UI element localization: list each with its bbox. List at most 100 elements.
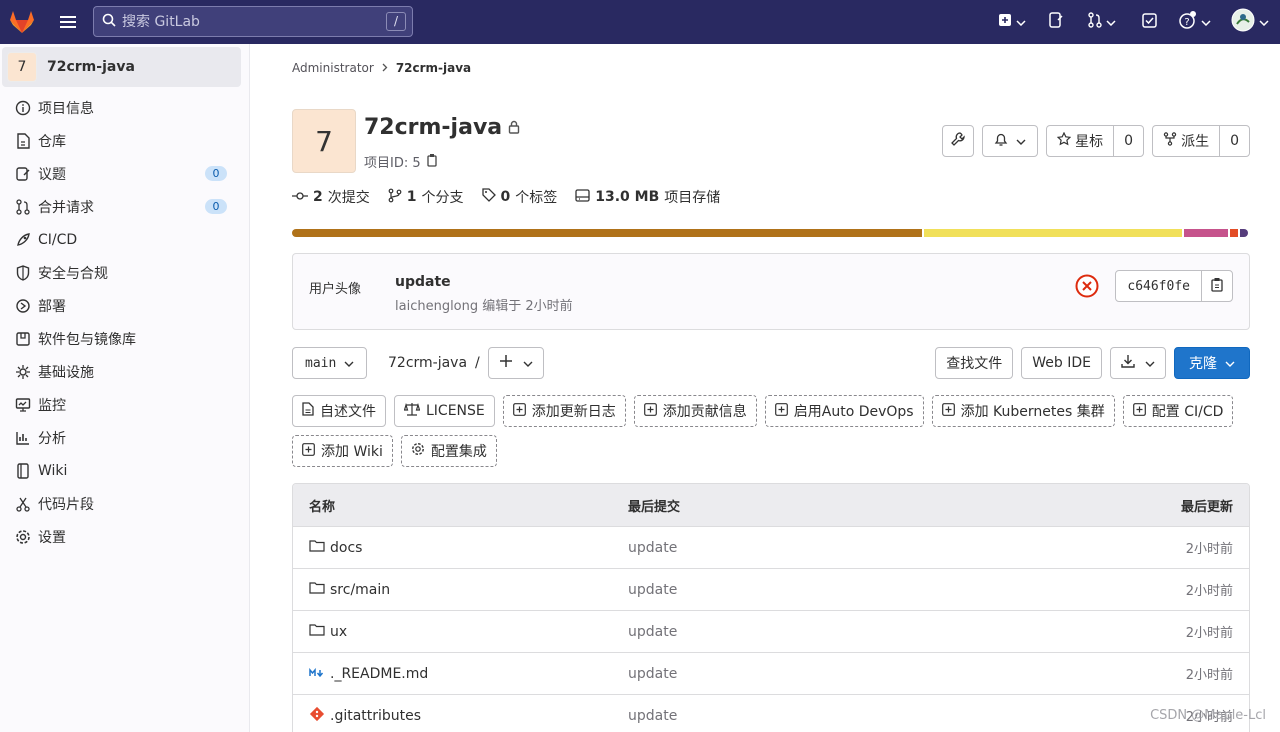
file-name[interactable]: .gitattributes: [330, 708, 421, 724]
download-dropdown[interactable]: [1110, 347, 1166, 379]
breadcrumb-current[interactable]: 72crm-java: [396, 61, 471, 75]
language-segment[interactable]: [1240, 229, 1248, 237]
search-box[interactable]: /: [93, 6, 413, 37]
fork-count[interactable]: 0: [1220, 126, 1249, 156]
sidebar-item-packages[interactable]: 软件包与镜像库: [0, 322, 249, 355]
new-item-dropdown[interactable]: [988, 0, 1036, 44]
branch-icon: [388, 188, 402, 207]
find-file-button[interactable]: 查找文件: [935, 347, 1014, 379]
storage-stat[interactable]: 13.0 MB 项目存储: [575, 187, 720, 207]
license-button[interactable]: LICENSE: [394, 395, 495, 427]
help-dropdown[interactable]: ?: [1170, 0, 1220, 44]
language-segment[interactable]: [1230, 229, 1238, 237]
git-icon: [309, 706, 325, 726]
chevron-down-icon: [1225, 355, 1235, 371]
table-row[interactable]: src/main update 2小时前: [293, 568, 1249, 610]
file-last-commit[interactable]: update: [628, 582, 677, 598]
sidebar-project-header[interactable]: 7 72crm-java: [2, 47, 241, 87]
file-name[interactable]: ux: [330, 624, 347, 640]
tags-stat[interactable]: 0 个标签: [481, 187, 557, 207]
chevron-down-icon: [1145, 355, 1155, 371]
file-last-commit[interactable]: update: [628, 666, 677, 682]
fork-button[interactable]: 派生: [1153, 126, 1221, 156]
project-id: 项目ID: 5: [364, 152, 439, 171]
commits-stat[interactable]: 2 次提交: [292, 187, 370, 207]
web-ide-button[interactable]: Web IDE: [1021, 347, 1102, 379]
issues-shortcut[interactable]: [1036, 0, 1076, 44]
repository-toolbar: main 72crm-java / 查找文件 Web IDE 克隆: [292, 347, 1250, 379]
settings-icon: [411, 442, 425, 460]
sidebar-item-project-info[interactable]: 项目信息: [0, 91, 249, 124]
quick-action-label: 添加 Wiki: [321, 444, 383, 460]
file-name[interactable]: src/main: [330, 582, 390, 598]
repo-path-root[interactable]: 72crm-java: [388, 355, 467, 371]
commit-title[interactable]: update: [395, 274, 451, 290]
sidebar-item-settings[interactable]: 设置: [0, 520, 249, 553]
repo-path: 72crm-java /: [388, 355, 480, 371]
configure-integrations-button[interactable]: 配置集成: [400, 435, 497, 467]
cloud-gear-icon: [14, 363, 32, 381]
table-row[interactable]: .gitattributes update 2小时前: [293, 694, 1249, 732]
add-contributing-button[interactable]: 添加贡献信息: [633, 395, 757, 427]
rocket-icon: [14, 231, 32, 249]
sidebar-item-monitor[interactable]: 监控: [0, 388, 249, 421]
pipeline-failed-icon[interactable]: [1075, 274, 1099, 298]
sidebar-item-infrastructure[interactable]: 基础设施: [0, 355, 249, 388]
sidebar-item-label: 分析: [38, 430, 66, 447]
branch-selector[interactable]: main: [292, 347, 368, 379]
sidebar-item-issues[interactable]: 议题 0: [0, 157, 249, 190]
column-header-last-update: 最后更新: [1180, 499, 1233, 515]
issues-icon: [1049, 12, 1063, 32]
sidebar-item-analytics[interactable]: 分析: [0, 421, 249, 454]
copy-icon[interactable]: [426, 153, 439, 171]
add-wiki-button[interactable]: 添加 Wiki: [292, 435, 393, 467]
file-name[interactable]: ._README.md: [330, 666, 428, 682]
add-kubernetes-cluster-button[interactable]: 添加 Kubernetes 集群: [931, 395, 1115, 427]
user-menu-dropdown[interactable]: [1220, 0, 1280, 44]
sidebar-item-repository[interactable]: 仓库: [0, 124, 249, 157]
file-name[interactable]: docs: [330, 540, 362, 556]
file-last-commit[interactable]: update: [628, 624, 677, 640]
commit-sha[interactable]: c646f0fe: [1116, 271, 1202, 301]
table-row[interactable]: ux update 2小时前: [293, 610, 1249, 652]
add-changelog-button[interactable]: 添加更新日志: [502, 395, 626, 427]
sidebar-item-deployments[interactable]: 部署: [0, 289, 249, 322]
project-id-label: 项目ID: 5: [364, 156, 421, 171]
sidebar-item-cicd[interactable]: CI/CD: [0, 223, 249, 256]
sidebar-item-wiki[interactable]: Wiki: [0, 454, 249, 487]
branches-stat[interactable]: 1 个分支: [388, 187, 464, 207]
add-to-tree-dropdown[interactable]: [488, 347, 544, 379]
file-last-commit[interactable]: update: [628, 708, 677, 724]
configure-cicd-button[interactable]: 配置 CI/CD: [1122, 395, 1234, 427]
language-bar: [292, 229, 1250, 237]
table-row[interactable]: docs update 2小时前: [293, 526, 1249, 568]
language-segment[interactable]: [924, 229, 1182, 237]
gitlab-logo-icon[interactable]: [0, 0, 44, 44]
notification-dropdown[interactable]: [982, 125, 1039, 157]
file-last-update: 2小时前: [1185, 584, 1233, 599]
merge-requests-dropdown[interactable]: [1076, 0, 1128, 44]
menu-icon[interactable]: [48, 0, 88, 44]
star-button[interactable]: 星标: [1047, 126, 1115, 156]
sidebar-item-snippets[interactable]: 代码片段: [0, 487, 249, 520]
clone-dropdown[interactable]: 克隆: [1174, 347, 1250, 379]
settings-shortcut-button[interactable]: [942, 125, 975, 157]
commit-author-avatar[interactable]: 用户头像: [309, 278, 361, 297]
sidebar-item-merge-requests[interactable]: 合并请求 0: [0, 190, 249, 223]
sidebar-item-security[interactable]: 安全与合规: [0, 256, 249, 289]
language-segment[interactable]: [292, 229, 922, 237]
table-row[interactable]: ._README.md update 2小时前: [293, 652, 1249, 694]
readme-button[interactable]: 自述文件: [292, 395, 386, 427]
todo-icon: [1141, 12, 1157, 32]
language-segment[interactable]: [1184, 229, 1228, 237]
todos-shortcut[interactable]: [1128, 0, 1170, 44]
breadcrumb-parent[interactable]: Administrator: [292, 61, 374, 75]
copy-sha-button[interactable]: [1202, 271, 1232, 301]
star-count[interactable]: 0: [1114, 126, 1143, 156]
quick-action-label: 配置 CI/CD: [1151, 404, 1224, 420]
enable-auto-devops-button[interactable]: 启用Auto DevOps: [764, 395, 924, 427]
chevron-right-icon: [382, 61, 388, 75]
file-last-commit[interactable]: update: [628, 540, 677, 556]
fork-icon: [1163, 132, 1177, 150]
search-input[interactable]: [122, 13, 372, 30]
